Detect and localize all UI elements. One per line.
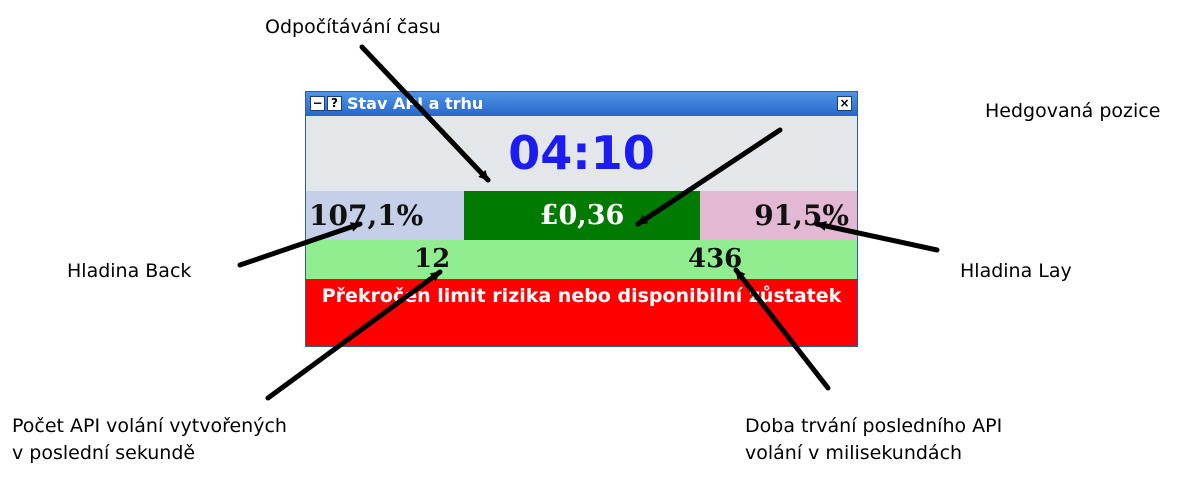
risk-warning: Překročen limit rizika nebo disponibilní…	[306, 279, 857, 346]
back-level: 107,1%	[306, 191, 464, 240]
api-stats-row: 12 436	[306, 240, 857, 279]
levels-row: 107,1% £0,36 91,5%	[306, 191, 857, 240]
hedged-position: £0,36	[464, 191, 700, 240]
countdown-row: 04:10	[306, 116, 857, 191]
api-calls-count: 12	[414, 244, 451, 274]
market-status-window: − ? Stav API a trhu × 04:10 107,1% £0,36…	[305, 91, 858, 347]
countdown-timer: 04:10	[508, 126, 655, 180]
callout-back-level: Hladina Back	[67, 260, 192, 282]
callout-hedged-position: Hedgovaná pozice	[985, 100, 1161, 122]
callout-api-calls: Počet API volání vytvořených v poslední …	[12, 413, 287, 467]
lay-level: 91,5%	[700, 191, 857, 240]
callout-api-calls-line1: Počet API volání vytvořených	[12, 415, 287, 437]
callout-countdown: Odpočítávání času	[265, 16, 441, 38]
callout-api-duration: Doba trvání posledního API volání v mili…	[745, 413, 1002, 467]
callout-api-duration-line1: Doba trvání posledního API	[745, 415, 1003, 437]
callout-api-calls-line2: v poslední sekundě	[12, 442, 196, 464]
close-icon[interactable]: ×	[837, 96, 852, 111]
window-title: Stav API a trhu	[347, 94, 484, 113]
minimize-icon[interactable]: −	[310, 96, 325, 111]
window-titlebar[interactable]: − ? Stav API a trhu ×	[306, 92, 857, 116]
help-icon[interactable]: ?	[327, 96, 342, 111]
callout-lay-level: Hladina Lay	[960, 260, 1072, 282]
api-call-duration: 436	[688, 244, 743, 274]
callout-api-duration-line2: volání v milisekundách	[745, 442, 963, 464]
